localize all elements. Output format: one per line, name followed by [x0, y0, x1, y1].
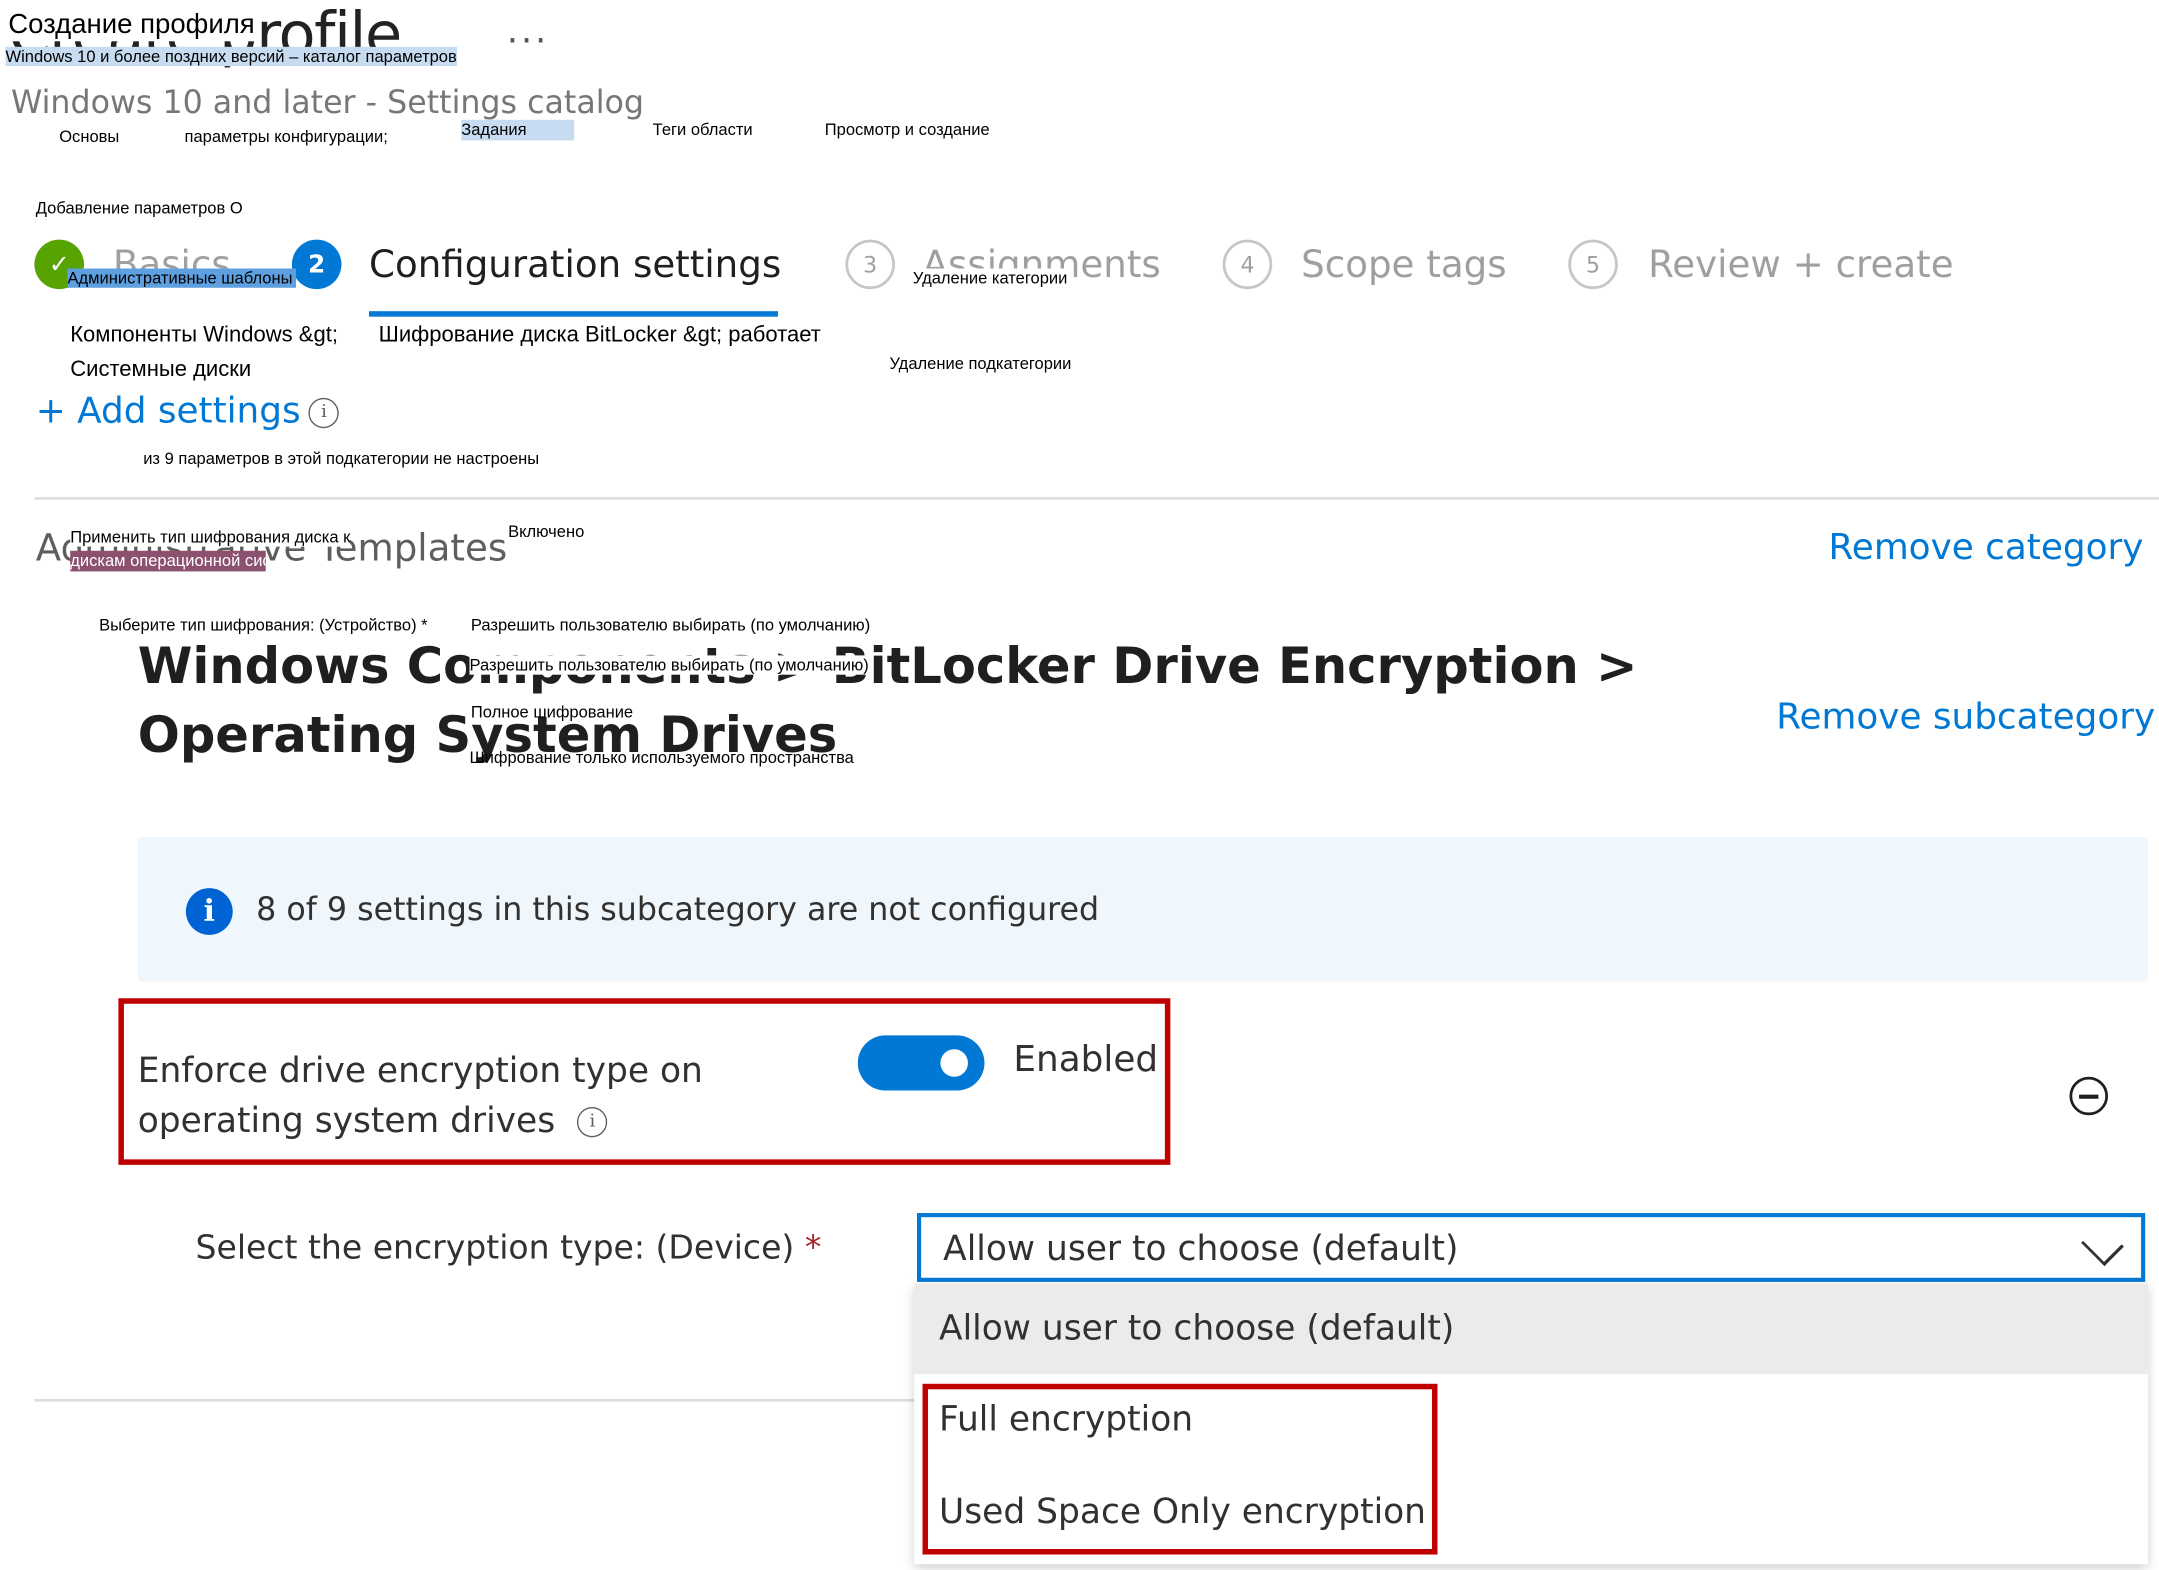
page-subtitle: Windows 10 and later - Settings catalog — [11, 85, 645, 122]
ru-tab-assignments: Задания — [461, 119, 575, 141]
highlight-box-options — [922, 1383, 1438, 1555]
tab-configuration-settings[interactable]: Configuration settings — [369, 244, 781, 287]
info-icon[interactable]: i — [577, 1107, 608, 1138]
ellipsis-icon: ... — [506, 11, 550, 53]
step-number-3[interactable]: 3 — [845, 239, 895, 290]
ru-breadcrumb-3: Системные диски — [70, 357, 252, 382]
active-step-underline — [369, 311, 778, 317]
info-icon[interactable]: i — [308, 397, 340, 428]
ru-setting-name-1: Применить тип шифрования диска к — [70, 527, 351, 547]
ru-select-label: Выберите тип шифрования: (Устройство) * — [99, 615, 428, 635]
ru-option-2: Полное шифрование — [470, 702, 634, 722]
setting-name-line-1: Enforce drive encryption type on — [137, 1050, 703, 1091]
info-banner: i 8 of 9 settings in this subcategory ar… — [137, 837, 2148, 982]
encryption-type-label-text: Select the encryption type: (Device) — [195, 1228, 795, 1267]
toggle-state-label: Enabled — [1013, 1039, 1159, 1081]
remove-setting-minus-icon[interactable] — [2069, 1076, 2109, 1116]
ru-select-value: Разрешить пользователю выбирать (по умол… — [470, 615, 871, 635]
ru-admin-templates: Административные шаблоны — [67, 268, 297, 288]
dropdown-option-allow-user[interactable]: Allow user to choose (default) — [914, 1283, 2148, 1375]
ru-breadcrumb-1: Компоненты Windows &gt; — [70, 323, 338, 347]
required-asterisk: * — [804, 1228, 822, 1267]
ru-remove-category: Удаление категории — [912, 268, 1068, 288]
ru-tab-basics: Основы — [59, 126, 120, 146]
ru-page-title: Создание профиля — [8, 8, 255, 42]
add-settings-label: + Add settings — [35, 391, 301, 433]
setting-name-line-2: operating system drives — [137, 1100, 556, 1141]
setting-name: Enforce drive encryption type on operati… — [138, 1046, 703, 1145]
create-profile-page: Create profile ... Windows 10 and later … — [0, 0, 2159, 1570]
subcategory-title: Windows Components > BitLocker Drive Enc… — [137, 638, 1638, 765]
ru-tab-scope: Теги области — [652, 119, 753, 140]
step-number-2[interactable]: 2 — [291, 239, 342, 290]
ru-tab-review: Просмотр и создание — [824, 119, 990, 140]
dropdown-selected-value: Allow user to choose (default) — [943, 1228, 1459, 1269]
tab-scope-tags[interactable]: Scope tags — [1301, 244, 1506, 287]
step-number-4[interactable]: 4 — [1222, 239, 1273, 290]
divider — [34, 497, 2159, 500]
ru-option-1: Разрешить пользователю выбирать (по умол… — [469, 655, 869, 675]
ru-subtitle: Windows 10 и более поздних версий – ката… — [5, 46, 457, 67]
encryption-type-dropdown[interactable]: Allow user to choose (default) — [917, 1213, 2146, 1282]
ru-tab-config: параметры конфигурации; — [184, 126, 388, 146]
ru-add-settings: Добавление параметров О — [35, 198, 243, 218]
toggle-knob — [940, 1049, 968, 1077]
enabled-toggle[interactable] — [857, 1035, 985, 1091]
remove-category-link[interactable]: Remove category — [1829, 527, 2144, 568]
step-number-5[interactable]: 5 — [1568, 239, 1618, 290]
ru-setting-name-2: дискам операционной системы — [70, 550, 266, 572]
ru-remove-subcategory: Удаление подкатегории — [889, 353, 1072, 374]
ru-breadcrumb-2: Шифрование диска BitLocker &gt; работает — [378, 323, 821, 347]
tab-review-create[interactable]: Review + create — [1648, 244, 1953, 287]
ru-not-configured: из 9 параметров в этой подкатегории не н… — [143, 448, 540, 469]
ru-enabled: Включено — [508, 521, 585, 542]
divider — [34, 1398, 916, 1402]
info-filled-icon: i — [185, 888, 233, 935]
remove-subcategory-link[interactable]: Remove subcategory — [1776, 697, 2155, 738]
more-options-button[interactable]: ... — [507, 11, 549, 52]
encryption-type-label: Select the encryption type: (Device) * — [196, 1228, 822, 1267]
chevron-down-icon — [2081, 1223, 2124, 1267]
ru-option-3: Шифрование только используемого простран… — [469, 747, 854, 767]
info-banner-text: 8 of 9 settings in this subcategory are … — [256, 892, 1100, 929]
add-settings-link[interactable]: + Add settings i — [35, 391, 340, 433]
